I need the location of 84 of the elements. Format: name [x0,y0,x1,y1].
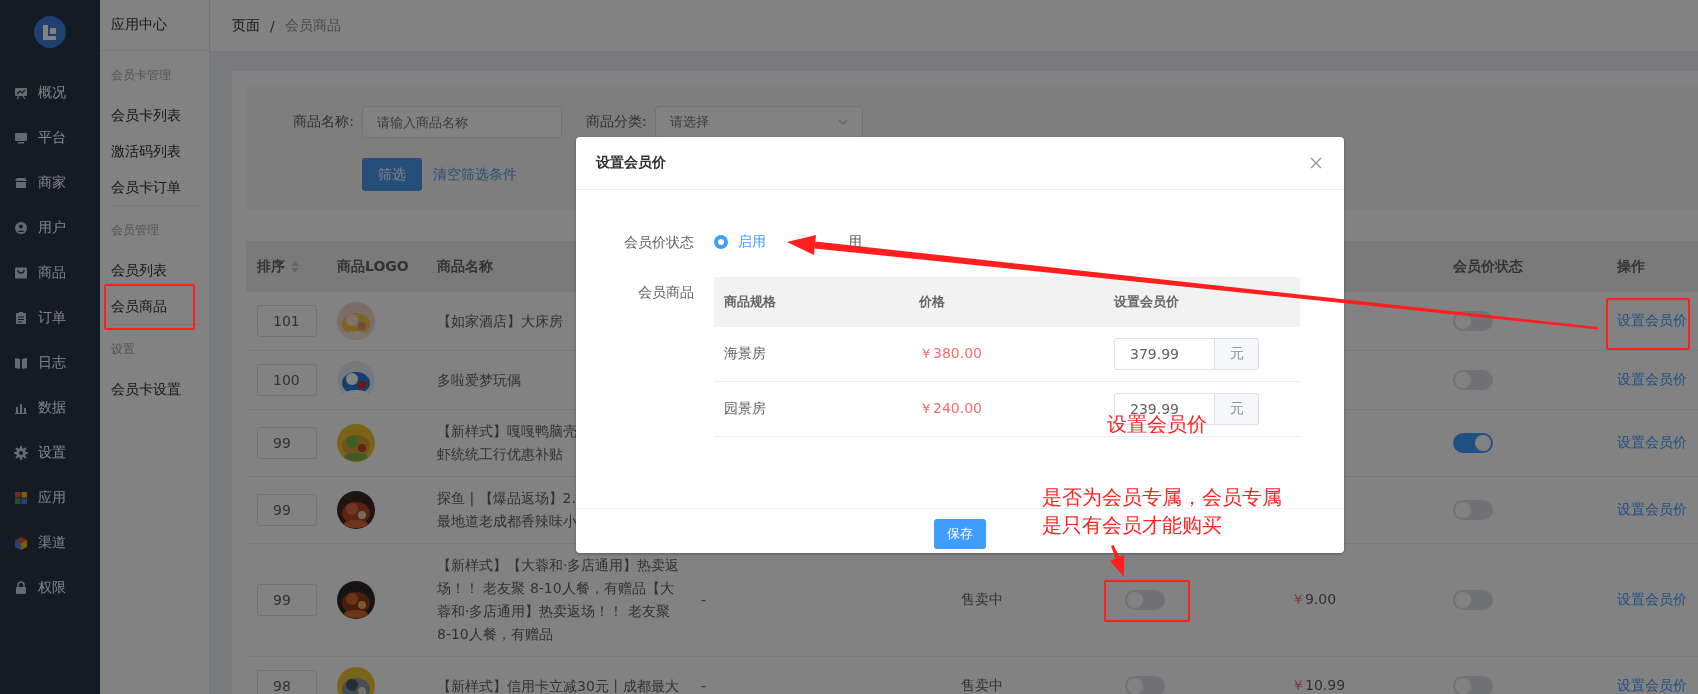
nav-item[interactable]: 应用 [0,475,100,520]
price-input[interactable]: 379.99 [1114,338,1215,370]
table-cell-text: 海景房 [723,345,767,363]
nav-item[interactable]: 商品 [0,250,100,295]
column-header: 会员价状态 [1453,257,1523,276]
column-header: 商品名称 [437,257,493,276]
sort-input[interactable]: 98 [257,670,317,694]
sort-input[interactable]: 99 [257,427,317,459]
sidebar-item[interactable]: 激活码列表 [111,133,181,169]
table-cell-text: ￥380.00 [918,345,983,363]
table-cell-text: 探鱼 | 【爆品返场】2. [437,489,576,509]
annotation-text: 是否为会员专属，会员专属是只有会员才能购买 [1042,484,1283,539]
caret-icon [837,119,848,125]
table-cell-text: 最地道老成都香辣味小 [437,512,577,531]
sort-input[interactable]: 99 [257,494,317,526]
nav-item[interactable]: 权限 [0,565,100,610]
table-cell-text: 【新样式】信用卡立减30元丨成都最大 [437,676,680,694]
chart-board-icon [14,85,28,100]
settings-icon [14,445,28,460]
annotation-arrow [1110,545,1124,577]
sort-input[interactable]: 99 [257,584,317,616]
column-header: 排序 [257,257,285,276]
input-field[interactable]: 请输入商品名称 [362,106,562,138]
save-button[interactable]: 保存 [934,519,986,549]
book-icon [14,355,28,370]
unit-label: 元 [1215,338,1259,370]
sort-input[interactable]: 100 [257,364,317,396]
breadcrumb-current: 会员商品 [284,16,341,35]
nav-item[interactable]: 概况 [0,70,100,115]
table-cell-text: 多啦爱梦玩偶 [437,370,522,390]
column-header: 价格 [917,293,946,311]
select-field[interactable]: 请选择 [654,106,863,138]
sort-input[interactable]: 101 [257,305,317,337]
sort-icon[interactable] [291,260,299,273]
breadcrumb-link[interactable]: 页面 [232,16,260,35]
breadcrumb-separator: / [270,17,275,34]
table-cell: - [701,592,707,608]
column-header: 商品LOGO [337,257,409,276]
grid-icon [14,490,28,505]
table-cell: - [701,678,707,694]
nav-item[interactable]: 平台 [0,115,100,160]
nav-item[interactable]: 订单 [0,295,100,340]
table-cell: ￥9.00 [1291,591,1337,609]
lock-icon [14,580,28,595]
field-label: 商品名称: [292,113,355,131]
table-cell-text: 【新样式】【大蓉和·多店通用】热卖返场！！ 老友聚 8-10人餐，有赠品【大蓉和·多店通用】热卖返场！！ 老友聚 8-10人餐，有赠品 [437,556,681,644]
nav-item[interactable]: 日志 [0,340,100,385]
nav-item[interactable]: 商家 [0,160,100,205]
dialog-title: 设置会员价 [596,154,666,172]
sidebar-item[interactable]: 会员列表 [111,252,167,288]
table-cell-text: 虾统统工行优惠补贴 [437,445,563,464]
table-cell-text: 园景房 [723,400,767,418]
table-cell: 售卖中 [961,591,1003,609]
nav-item[interactable]: 数据 [0,385,100,430]
monitor-icon [14,130,28,145]
column-header: 操作 [1617,257,1645,276]
table-cell: 售卖中 [961,677,1003,694]
radio-option[interactable]: 启用 [714,233,766,251]
sidebar-item[interactable]: 会员卡列表 [111,97,181,133]
column-header: 设置会员价 [1113,293,1180,311]
form-label: 会员商品 [637,283,695,302]
bag-icon [14,265,28,280]
cube-icon [14,535,28,550]
table-cell: ￥10.99 [1291,677,1346,694]
nav-item[interactable]: 用户 [0,205,100,250]
toggle-switch[interactable] [1453,433,1493,453]
clipboard-icon [14,310,28,325]
user-icon [14,220,28,235]
logo-icon [34,16,66,48]
table-cell-text: 【新样式】嘎嘎鸭脑壳 [437,422,577,441]
nav-item[interactable]: 渠道 [0,520,100,565]
nav-item[interactable]: 设置 [0,430,100,475]
close-icon[interactable] [1310,157,1322,169]
field-label: 商品分类: [586,113,648,131]
table-cell-text: 【如家酒店】大床房 [437,311,564,331]
unit-label: 元 [1215,393,1259,425]
sidebar-item[interactable]: 会员商品 [111,288,167,324]
store-icon [14,175,28,190]
column-header: 商品规格 [723,293,777,311]
form-label: 会员价状态 [623,233,695,252]
table-cell-text: ￥240.00 [918,400,983,418]
sidebar-item[interactable]: 会员卡设置 [111,371,181,407]
panel-title: 应用中心 [111,16,167,34]
sidebar-item[interactable]: 会员卡订单 [111,169,181,205]
